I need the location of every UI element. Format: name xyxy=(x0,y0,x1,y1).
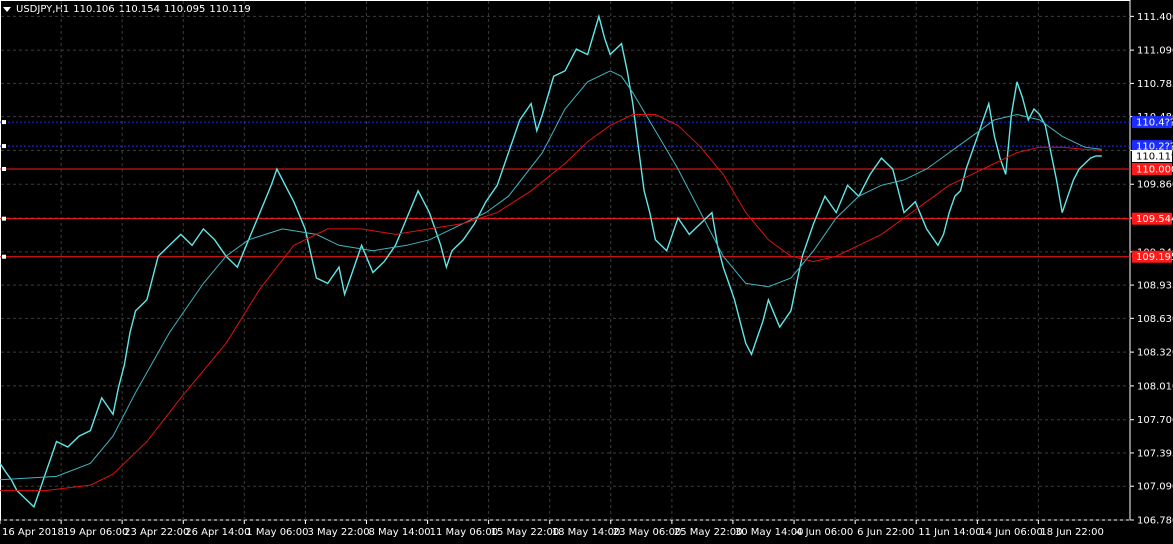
x-tick-label: 4 Jun 06:00 xyxy=(796,527,853,538)
chart-grid xyxy=(0,0,1131,521)
y-tick-label: 108.010 xyxy=(1137,381,1173,392)
x-tick-label: 16 Apr 2018 xyxy=(2,527,64,538)
x-tick-label: 3 May 22:00 xyxy=(307,527,369,538)
x-tick-label: 15 May 22:00 xyxy=(491,527,560,538)
current-price-label: 110.119 xyxy=(1136,152,1173,163)
x-tick-label: 1 May 06:00 xyxy=(246,527,308,538)
level-handle[interactable] xyxy=(2,120,6,125)
level-price-label: 110.4?? xyxy=(1136,118,1173,129)
x-tick-label: 26 Apr 14:00 xyxy=(185,527,250,538)
y-tick-label: 106.780 xyxy=(1137,516,1173,527)
level-handle[interactable] xyxy=(2,216,6,221)
x-tick-label: 18 May 14:00 xyxy=(552,527,621,538)
level-price-label: 109.544 xyxy=(1136,214,1173,225)
y-tick-label: 108.935 xyxy=(1137,281,1173,292)
y-tick-label: 107.700 xyxy=(1137,415,1173,426)
x-tick-label: 18 Jun 22:00 xyxy=(1040,527,1104,538)
price-chart[interactable]: 111.400111.090110.785110.480110.170109.8… xyxy=(0,0,1173,544)
level-price-label: 109.195 xyxy=(1136,252,1173,263)
y-tick-label: 108.630 xyxy=(1137,314,1173,325)
price-line xyxy=(0,13,1102,509)
level-handle[interactable] xyxy=(2,254,6,259)
y-tick-label: 111.400 xyxy=(1137,12,1173,23)
x-tick-label: 8 May 14:00 xyxy=(368,527,430,538)
x-tick-label: 23 May 06:00 xyxy=(613,527,682,538)
y-tick-label: 110.785 xyxy=(1137,79,1173,90)
x-tick-label: 25 May 22:00 xyxy=(674,527,743,538)
y-tick-label: 108.320 xyxy=(1137,348,1173,359)
chart-series xyxy=(0,13,1102,509)
level-handle[interactable] xyxy=(2,144,6,149)
level-handle[interactable] xyxy=(2,166,6,171)
x-tick-label: 14 Jun 06:00 xyxy=(979,527,1043,538)
level-price-label: 110.000 xyxy=(1136,164,1173,175)
x-tick-label: 19 Apr 06:00 xyxy=(63,527,128,538)
y-tick-label: 109.860 xyxy=(1137,180,1173,191)
y-tick-label: 107.395 xyxy=(1137,448,1173,459)
slow_ma-line xyxy=(0,114,1102,492)
x-tick-label: 11 May 06:00 xyxy=(430,527,499,538)
x-tick-label: 23 Apr 22:00 xyxy=(124,527,189,538)
y-tick-label: 111.090 xyxy=(1137,46,1173,57)
chart-axes: 111.400111.090110.785110.480110.170109.8… xyxy=(0,12,1173,538)
x-tick-label: 11 Jun 14:00 xyxy=(918,527,982,538)
y-tick-label: 107.090 xyxy=(1137,482,1173,493)
x-tick-label: 6 Jun 22:00 xyxy=(857,527,914,538)
plot-frame xyxy=(0,0,1131,521)
x-tick-label: 30 May 14:00 xyxy=(735,527,804,538)
